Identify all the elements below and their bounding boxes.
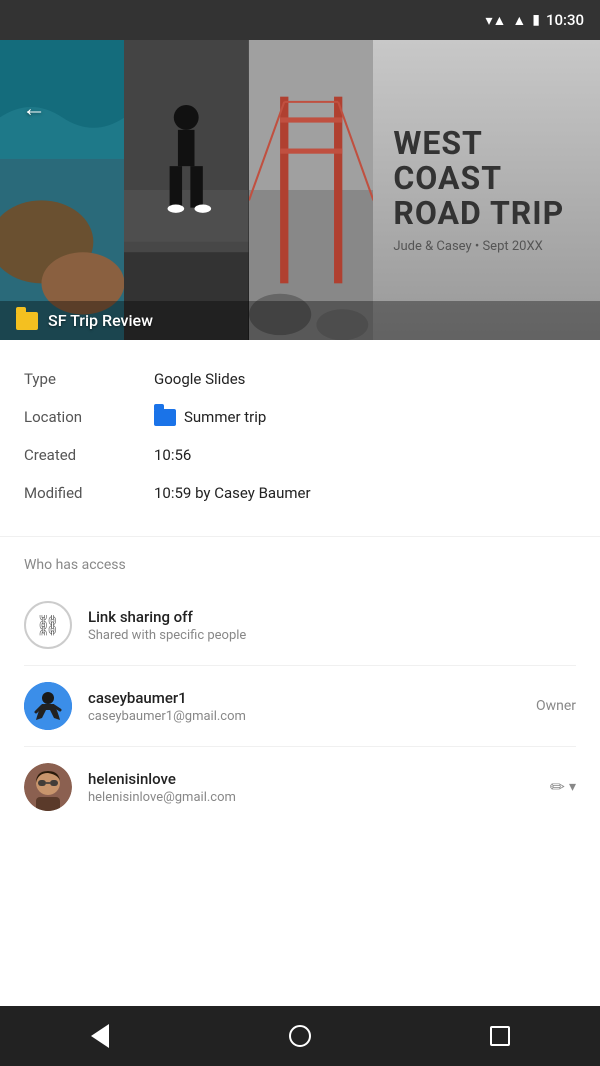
preview-panel-2 (124, 40, 248, 340)
preview-panel-4: WEST COAST ROAD TRIP Jude & Casey • Sept… (373, 40, 600, 340)
helen-text: helenisinlove helenisinlove@gmail.com (88, 770, 534, 805)
type-row: Type Google Slides (24, 360, 576, 398)
type-label: Type (24, 370, 154, 388)
wifi-icon: ▾▲ (485, 12, 506, 29)
home-nav-button[interactable] (270, 1016, 330, 1056)
preview-panel-3 (249, 40, 373, 340)
status-bar: ▾▲ ▲ ▮ 10:30 (0, 0, 600, 40)
back-nav-button[interactable] (70, 1016, 130, 1056)
link-sharing-title: Link sharing off (88, 608, 576, 626)
preview-title-text: SF Trip Review (48, 311, 153, 330)
back-button[interactable]: ← (16, 90, 52, 126)
link-sharing-text: Link sharing off Shared with specific pe… (88, 608, 576, 643)
helen-email: helenisinlove@gmail.com (88, 790, 534, 805)
avatar-casey (24, 682, 72, 730)
bottom-nav (0, 1006, 600, 1066)
recent-nav-button[interactable] (470, 1016, 530, 1056)
divider-2 (24, 665, 576, 666)
home-nav-icon (289, 1025, 311, 1047)
preview-images: WEST COAST ROAD TRIP Jude & Casey • Sept… (0, 40, 600, 340)
location-value: Summer trip (154, 408, 266, 426)
info-section: Type Google Slides Location Summer trip … (0, 340, 600, 532)
created-row: Created 10:56 (24, 436, 576, 474)
user-row-casey[interactable]: caseybaumer1 caseybaumer1@gmail.com Owne… (24, 670, 576, 742)
battery-icon: ▮ (532, 12, 540, 28)
helen-username: helenisinlove (88, 770, 534, 788)
preview-title-bar: SF Trip Review (0, 301, 600, 340)
casey-role: Owner (536, 698, 576, 714)
roadtrip-subtitle: Jude & Casey • Sept 20XX (393, 239, 542, 254)
location-label: Location (24, 408, 154, 426)
status-icons: ▾▲ ▲ ▮ 10:30 (485, 11, 584, 29)
file-icon-yellow (16, 312, 38, 330)
modified-value: 10:59 by Casey Baumer (154, 484, 311, 502)
dropdown-arrow-icon[interactable]: ▾ (569, 779, 576, 795)
access-heading: Who has access (24, 557, 576, 573)
user-row-helen[interactable]: helenisinlove helenisinlove@gmail.com ✏ … (24, 751, 576, 823)
avatar-helen (24, 763, 72, 811)
modified-label: Modified (24, 484, 154, 502)
pencil-icon[interactable]: ✏ (550, 777, 565, 798)
back-arrow-icon: ← (22, 94, 46, 123)
link-sharing-subtitle: Shared with specific people (88, 628, 576, 643)
type-value: Google Slides (154, 370, 245, 388)
back-nav-icon (91, 1024, 109, 1048)
link-icon: ⛓ (35, 613, 60, 637)
created-value: 10:56 (154, 446, 191, 464)
casey-email: caseybaumer1@gmail.com (88, 709, 520, 724)
divider-3 (24, 746, 576, 747)
casey-username: caseybaumer1 (88, 689, 520, 707)
modified-row: Modified 10:59 by Casey Baumer (24, 474, 576, 512)
casey-text: caseybaumer1 caseybaumer1@gmail.com (88, 689, 520, 724)
access-section: Who has access ⛓ Link sharing off Shared… (0, 541, 600, 823)
roadtrip-title: WEST COAST ROAD TRIP (393, 126, 580, 232)
preview-panel-1 (0, 40, 124, 340)
link-icon-circle: ⛓ (24, 601, 72, 649)
divider-1 (0, 536, 600, 537)
preview-area: WEST COAST ROAD TRIP Jude & Casey • Sept… (0, 40, 600, 340)
created-label: Created (24, 446, 154, 464)
location-row: Location Summer trip (24, 398, 576, 436)
helen-edit-controls[interactable]: ✏ ▾ (550, 777, 576, 798)
folder-icon (154, 409, 176, 426)
signal-icon: ▲ (512, 12, 526, 29)
recent-nav-icon (490, 1026, 510, 1046)
link-sharing-row[interactable]: ⛓ Link sharing off Shared with specific … (24, 589, 576, 661)
status-time: 10:30 (546, 11, 584, 29)
